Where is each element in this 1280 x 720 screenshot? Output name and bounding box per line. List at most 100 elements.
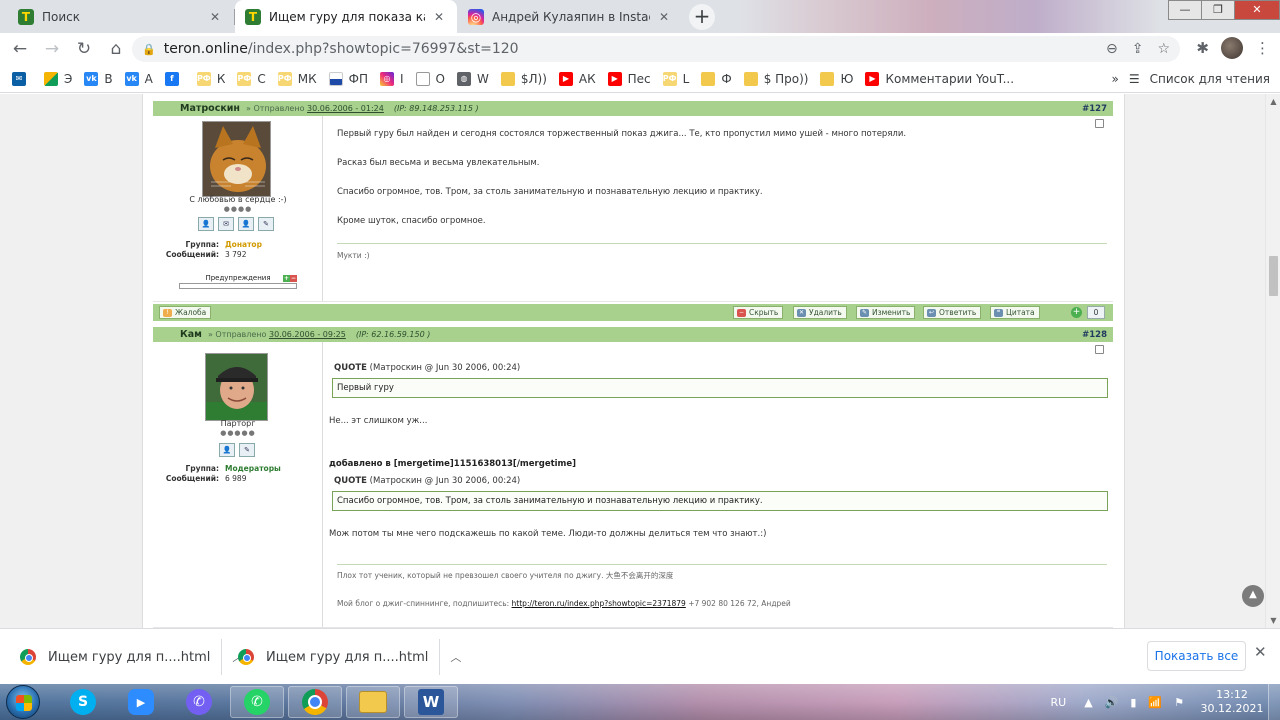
scroll-to-top-button[interactable]: ▲ xyxy=(1242,585,1264,607)
bookmark-rf-s[interactable]: РФ С xyxy=(231,67,271,91)
reputation-plus-button[interactable]: + xyxy=(1071,307,1082,318)
taskbar-word[interactable]: W xyxy=(404,686,458,718)
new-tab-button[interactable]: + xyxy=(689,4,715,30)
reload-button[interactable]: ↻ xyxy=(68,35,100,63)
lock-icon[interactable]: 🔒 xyxy=(142,43,156,56)
bookmark-star-icon[interactable]: ☆ xyxy=(1157,41,1170,57)
profile-icon[interactable]: 👤 xyxy=(219,443,235,457)
bookmark-label: Ф xyxy=(721,71,732,86)
bookmark-fp[interactable]: ФП xyxy=(323,67,374,91)
warn-plus-icon[interactable]: + xyxy=(283,275,290,282)
scrollbar-thumb[interactable] xyxy=(1269,256,1278,296)
profile-avatar[interactable] xyxy=(1221,37,1243,59)
bookmark-instagram[interactable]: ◎ I xyxy=(374,67,410,91)
clock[interactable]: 13:12 30.12.2021 xyxy=(1196,688,1268,716)
start-button[interactable] xyxy=(6,685,40,719)
bookmark-o[interactable]: ✦ О xyxy=(410,67,451,91)
close-downloads-icon[interactable]: ✕ xyxy=(1254,643,1267,661)
menu-kebab-icon[interactable]: ⋮ xyxy=(1255,39,1270,57)
edit-button[interactable]: ✎ Изменить xyxy=(856,306,916,319)
profile-icon[interactable]: 👤 xyxy=(238,217,254,231)
bookmark-folder-pro[interactable]: $ Про)) xyxy=(738,67,815,91)
post-header: Матроскин » Отправлено 30.06.2006 - 01:2… xyxy=(153,101,1113,116)
reading-list-icon[interactable]: ☰ xyxy=(1129,72,1140,86)
taskbar-zoom[interactable]: ▶ xyxy=(114,686,168,718)
reply-button[interactable]: ↩ Ответить xyxy=(923,306,982,319)
post-author[interactable]: Кам xyxy=(180,329,202,340)
taskbar-explorer[interactable] xyxy=(346,686,400,718)
select-post-checkbox[interactable] xyxy=(1095,119,1104,128)
language-indicator[interactable]: RU xyxy=(1050,696,1066,709)
home-button[interactable]: ⌂ xyxy=(100,35,132,63)
zoom-icon[interactable]: ⊖ xyxy=(1106,41,1118,57)
share-icon[interactable]: ⇪ xyxy=(1132,41,1144,57)
complaint-label: Жалоба xyxy=(175,308,207,317)
blog-link[interactable]: http://teron.ru/index.php?showtopic=2371… xyxy=(512,599,686,608)
volume-icon[interactable]: 🔊 xyxy=(1105,696,1119,709)
address-bar[interactable]: 🔒 teron.online/index.php?showtopic=76997… xyxy=(132,36,1180,62)
bookmark-vk-a[interactable]: vk А xyxy=(119,67,159,91)
close-icon[interactable]: ✕ xyxy=(656,10,672,24)
reputation-count: 0 xyxy=(1087,306,1105,319)
bookmark-folder-f[interactable]: Ф xyxy=(695,67,737,91)
bookmark-yt-ak[interactable]: ▶ АК xyxy=(553,67,602,91)
bookmark-w[interactable]: ◍ W xyxy=(451,67,495,91)
hide-button[interactable]: − Скрыть xyxy=(733,306,784,319)
scroll-down-arrow-icon[interactable]: ▼ xyxy=(1266,613,1280,628)
bookmarks-overflow-button[interactable]: » xyxy=(1112,72,1119,86)
bookmark-rf-mk[interactable]: РФ МК xyxy=(272,67,323,91)
bookmark-facebook[interactable]: f xyxy=(159,67,191,91)
profile-icon[interactable]: 👤 xyxy=(198,217,214,231)
bookmark-e[interactable]: Э xyxy=(38,67,78,91)
forward-button[interactable]: → xyxy=(36,35,68,63)
email-icon[interactable]: ✎ xyxy=(258,217,274,231)
post-paragraph: Расказ был весьма и весьма увлекательным… xyxy=(337,158,540,168)
tab-search[interactable]: T Поиск ✕ xyxy=(8,0,233,33)
chevron-up-icon[interactable]: ︿ xyxy=(450,649,461,665)
email-icon[interactable]: ✎ xyxy=(239,443,255,457)
bookmark-rf-l[interactable]: РФ L xyxy=(657,67,696,91)
scroll-up-arrow-icon[interactable]: ▲ xyxy=(1266,94,1280,109)
bookmark-yt-comments[interactable]: ▶ Комментарии YouT... xyxy=(859,67,1020,91)
select-post-checkbox[interactable] xyxy=(1095,345,1104,354)
post-author[interactable]: Матроскин xyxy=(180,103,240,114)
tab-active-guru[interactable]: T Ищем гуру для показа как ловя ✕ xyxy=(235,0,457,33)
reading-list-button[interactable]: Список для чтения xyxy=(1150,72,1270,86)
taskbar-skype[interactable]: S xyxy=(56,686,110,718)
delete-button[interactable]: ✕ Удалить xyxy=(793,306,847,319)
battery-icon[interactable]: ▮ xyxy=(1130,696,1136,709)
post-number-link[interactable]: #127 xyxy=(1082,104,1107,114)
network-icon[interactable]: 📶 xyxy=(1148,696,1162,709)
bookmark-mail[interactable]: ✉ xyxy=(6,67,38,91)
taskbar-chrome[interactable] xyxy=(288,686,342,718)
close-icon[interactable]: ✕ xyxy=(431,10,447,24)
show-all-downloads-button[interactable]: Показать все xyxy=(1147,641,1246,671)
bookmark-yt-pes[interactable]: ▶ Пес xyxy=(602,67,657,91)
post-number-link[interactable]: #128 xyxy=(1082,330,1107,340)
close-icon[interactable]: ✕ xyxy=(207,10,223,24)
download-item[interactable]: Ищем гуру для п....html ︿ xyxy=(238,637,461,677)
window-close-button[interactable]: ✕ xyxy=(1234,0,1280,20)
extensions-icon[interactable]: ✱ xyxy=(1196,39,1209,57)
bookmark-folder-yu[interactable]: Ю xyxy=(814,67,859,91)
pm-icon[interactable]: ✉ xyxy=(218,217,234,231)
bookmark-folder-dl[interactable]: $Л)) xyxy=(495,67,553,91)
rf-icon: РФ xyxy=(277,71,292,86)
tab-instagram[interactable]: ◎ Андрей Кулаяпин в Instagram: «С ✕ xyxy=(458,0,682,33)
quote-button[interactable]: ❝ Цитата xyxy=(990,306,1040,319)
taskbar-viber[interactable]: ✆ xyxy=(172,686,226,718)
download-separator xyxy=(221,639,222,675)
taskbar-whatsapp[interactable]: ✆ xyxy=(230,686,284,718)
back-button[interactable]: ← xyxy=(4,35,36,63)
show-desktop-button[interactable] xyxy=(1268,684,1280,720)
minimize-button[interactable]: — xyxy=(1168,0,1202,20)
bookmark-rf-k[interactable]: РФ К xyxy=(191,67,232,91)
warn-minus-icon[interactable]: − xyxy=(290,275,297,282)
flag-icon[interactable]: ⚑ xyxy=(1174,696,1184,709)
maximize-button[interactable]: ❐ xyxy=(1201,0,1235,20)
bookmark-vk-v[interactable]: vk В xyxy=(78,67,118,91)
download-item[interactable]: Ищем гуру для п....html ︿ xyxy=(20,637,243,677)
complaint-button[interactable]: ! Жалоба xyxy=(159,306,212,319)
page-scrollbar[interactable]: ▲ ▼ xyxy=(1265,94,1280,628)
tray-overflow-icon[interactable]: ▲ xyxy=(1084,696,1092,709)
